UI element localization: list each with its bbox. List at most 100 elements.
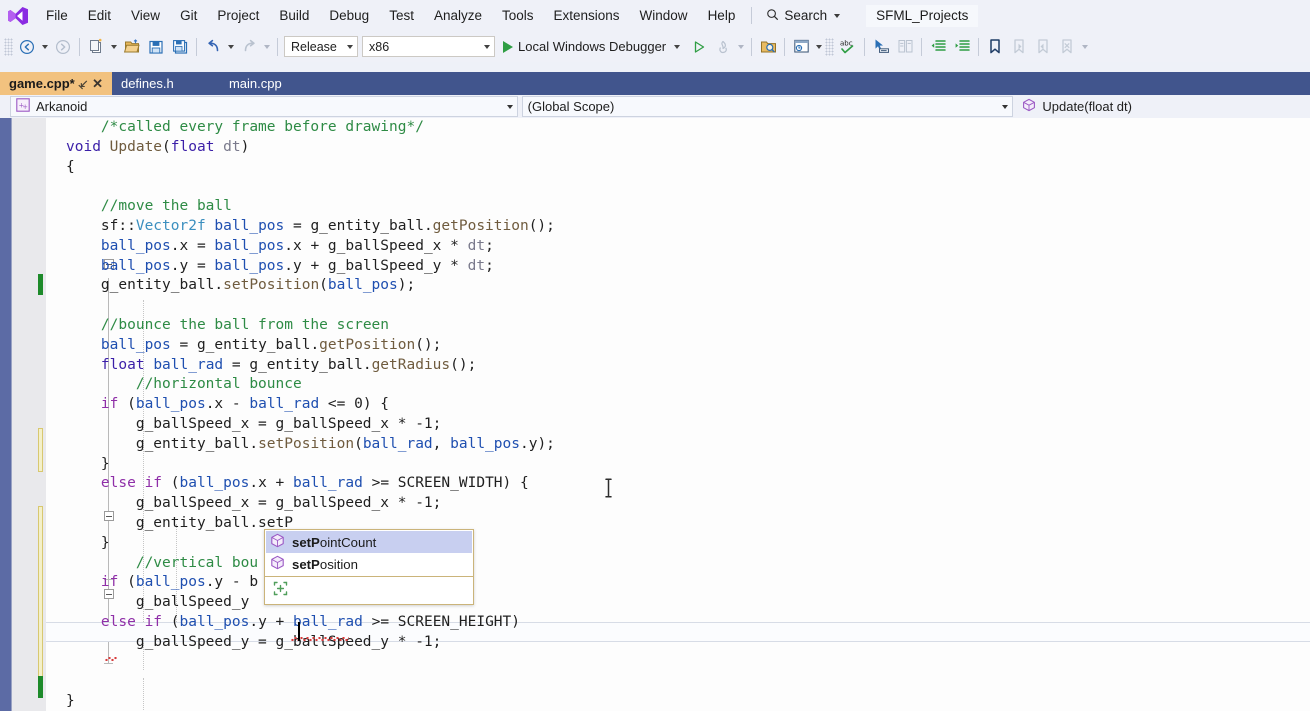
configuration-value: Release [291,39,337,54]
toolbar-separator [79,37,80,56]
toolbar-separator [196,37,197,56]
pin-icon[interactable]: ⤓ [77,77,91,91]
search-label: Search [784,8,828,23]
chevron-down-icon [1002,104,1009,109]
platform-combo[interactable]: x86 [362,36,495,57]
tab-defines-h[interactable]: defines.h [111,72,220,95]
previous-bookmark-icon[interactable] [1007,35,1031,59]
window-layout-dropdown-icon[interactable] [816,44,823,49]
clear-bookmarks-icon[interactable] [1055,35,1079,59]
visual-studio-window: File Edit View Git Project Build Debug T… [0,0,1310,711]
toolbar-overflow-icon[interactable] [1082,44,1089,49]
member-combo[interactable]: Update(float dt) [1017,96,1310,117]
redo-dropdown-icon[interactable] [264,44,270,49]
menu-label: Extensions [553,8,620,23]
code-editor[interactable]: /*called every frame before drawing*/ vo… [0,118,1310,711]
navigate-forward-icon[interactable] [51,35,75,59]
chevron-down-icon [484,44,490,49]
close-icon[interactable]: ✕ [92,77,103,90]
menu-item-tools[interactable]: Tools [492,0,544,31]
pointer-select-icon[interactable] [869,35,893,59]
match-rest: osition [319,556,358,572]
match-prefix: setP [292,534,320,550]
menu-item-git[interactable]: Git [170,0,207,31]
save-all-icon[interactable] [168,35,192,59]
change-bar-unsaved [38,428,43,472]
decrease-indent-icon[interactable] [926,35,950,59]
global-scope-label: (Global Scope) [527,99,615,114]
toolbar-separator [277,37,278,56]
intellisense-list: setPointCount setPosition [265,530,473,576]
open-file-icon[interactable] [120,35,144,59]
intellisense-item-setpointcount[interactable]: setPointCount [266,531,472,553]
tab-game-cpp[interactable]: game.cpp* ⤓ ✕ [0,72,112,95]
intellisense-item-setposition[interactable]: setPosition [266,553,472,575]
menu-label: Edit [87,8,112,23]
solution-name-chip[interactable]: SFML_Projects [866,4,979,27]
expand-scope-icon[interactable] [273,581,288,601]
svg-text:+: + [22,103,28,111]
navigate-back-dropdown-icon[interactable] [42,44,48,49]
menu-item-edit[interactable]: Edit [78,0,121,31]
menu-label: Help [707,8,736,23]
undo-icon[interactable] [201,35,225,59]
menu-item-debug[interactable]: Debug [319,0,379,31]
global-scope-combo[interactable]: (Global Scope) [521,96,1014,117]
find-in-files-icon[interactable] [756,35,780,59]
intellisense-footer[interactable] [265,576,473,604]
menu-item-project[interactable]: Project [207,0,269,31]
save-icon[interactable] [144,35,168,59]
search-box[interactable]: Search [760,5,846,27]
editor-left-rail [0,118,11,711]
new-item-icon[interactable] [84,35,108,59]
menu-label: Debug [329,8,370,23]
redo-icon[interactable] [237,35,261,59]
start-without-debugging-icon[interactable] [687,35,711,59]
search-icon [766,8,779,24]
menu-item-extensions[interactable]: Extensions [544,0,630,31]
menu-item-analyze[interactable]: Analyze [424,0,492,31]
configuration-combo[interactable]: Release [284,36,358,57]
toolbar-grip[interactable] [4,37,13,56]
navigate-back-icon[interactable] [15,35,39,59]
struct-member-icon [270,533,285,551]
start-debugging-button[interactable]: Local Windows Debugger [497,35,687,59]
menu-item-help[interactable]: Help [698,0,746,31]
new-item-dropdown-icon[interactable] [111,44,117,49]
project-scope-combo[interactable]: + + Arkanoid [10,96,518,117]
source-code[interactable]: /*called every frame before drawing*/ vo… [46,118,555,711]
intellisense-item-label: setPosition [292,557,358,572]
menu-label: Window [639,8,688,23]
compare-files-icon[interactable] [893,35,917,59]
intellisense-popup[interactable]: setPointCount setPosition [264,529,474,605]
tab-label: defines.h [120,76,174,91]
cpp-project-icon: + + [16,98,30,115]
menu-item-file[interactable]: File [36,0,78,31]
hot-reload-dropdown-icon[interactable] [738,44,745,49]
tab-main-cpp[interactable]: main.cpp [219,72,328,95]
toolbar-grip[interactable] [825,37,835,56]
window-layout-icon[interactable] [789,35,813,59]
increase-indent-icon[interactable] [950,35,974,59]
struct-member-icon [270,555,285,573]
error-squiggle [291,637,349,641]
menu-item-build[interactable]: Build [269,0,319,31]
menu-item-view[interactable]: View [121,0,170,31]
menu-label: File [46,8,68,23]
toolbar-separator [784,37,786,56]
menu-item-test[interactable]: Test [379,0,424,31]
next-bookmark-icon[interactable] [1031,35,1055,59]
platform-value: x86 [369,39,390,54]
undo-dropdown-icon[interactable] [228,44,234,49]
code-text-surface[interactable]: /*called every frame before drawing*/ vo… [46,118,1310,711]
menu-label: Project [217,8,260,23]
text-caret [298,622,300,641]
menu-item-window[interactable]: Window [630,0,698,31]
spellcheck-abc-icon[interactable]: abc [836,35,860,59]
chevron-down-icon [834,13,841,18]
match-prefix: setP [292,556,320,572]
project-scope-label: Arkanoid [36,99,88,114]
method-icon [1022,98,1036,115]
hot-reload-icon[interactable] [711,35,735,59]
bookmark-icon[interactable] [983,35,1007,59]
